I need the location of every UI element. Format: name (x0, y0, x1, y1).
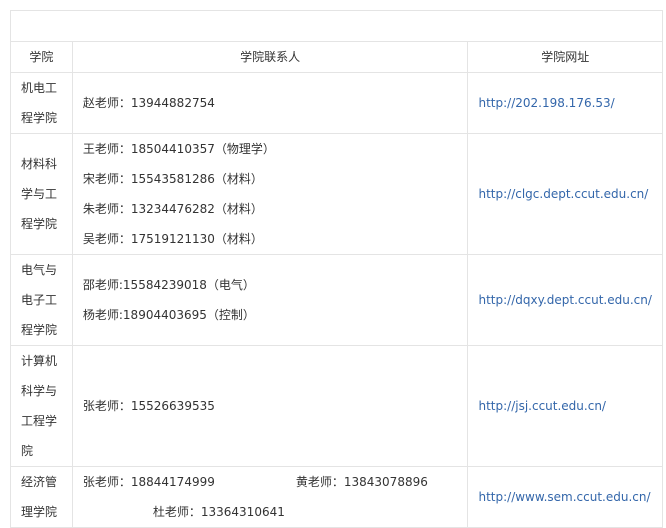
table-title-cell (10, 10, 663, 42)
contact-cell: 邵老师:15584239018（电气） 杨老师:18904403695（控制） (71, 254, 469, 346)
url-cell: http://202.198.176.53/ (467, 72, 663, 134)
contact-line: 黄老师：13843078896 (295, 475, 428, 489)
url-cell: http://clgc.dept.ccut.edu.cn/ (467, 133, 663, 255)
url-cell: http://dqxy.dept.ccut.edu.cn/ (467, 254, 663, 346)
contact-cell: 张老师：18844174999 黄老师：13843078896 杜老师：1336… (71, 466, 469, 528)
contact-cell: 赵老师：13944882754 (71, 72, 469, 134)
header-contact: 学院联系人 (71, 41, 469, 73)
contact-line: 赵老师：13944882754 (82, 96, 215, 110)
content-area: 学院 学院联系人 学院网址 机电工程学院 赵老师：13944882754 htt… (10, 10, 666, 528)
contact-line: 朱老师：13234476282（材料） (82, 202, 263, 216)
url-cell: http://jsj.ccut.edu.cn/ (467, 345, 663, 467)
contact-line: 吴老师：17519121130（材料） (82, 232, 263, 246)
college-name: 经济管理学院 (10, 466, 73, 528)
contact-pair: 张老师：18844174999 黄老师：13843078896 (83, 467, 458, 497)
college-contact-table: 学院 学院联系人 学院网址 机电工程学院 赵老师：13944882754 htt… (10, 10, 663, 528)
contact-line: 杜老师：13364310641 (152, 505, 285, 519)
college-name: 材料科学与工程学院 (10, 133, 73, 255)
url-cell: http://www.sem.ccut.edu.cn/ (467, 466, 663, 528)
table-row: 材料科学与工程学院 王老师：18504410357（物理学） 宋老师：15543… (10, 133, 663, 255)
table-row: 机电工程学院 赵老师：13944882754 http://202.198.17… (10, 72, 663, 134)
college-url-link[interactable]: http://jsj.ccut.edu.cn/ (478, 399, 605, 413)
college-url-link[interactable]: http://dqxy.dept.ccut.edu.cn/ (478, 293, 651, 307)
header-college: 学院 (10, 41, 73, 73)
college-url-link[interactable]: http://www.sem.ccut.edu.cn/ (478, 490, 650, 504)
college-url-link[interactable]: http://clgc.dept.ccut.edu.cn/ (478, 187, 648, 201)
table-row: 经济管理学院 张老师：18844174999 黄老师：13843078896 杜… (10, 466, 663, 528)
table-title-row (10, 10, 663, 42)
table-row: 计算机科学与工程学院 张老师：15526639535 http://jsj.cc… (10, 345, 663, 467)
contact-line: 邵老师:15584239018（电气） (82, 278, 255, 292)
college-name: 计算机科学与工程学院 (10, 345, 73, 467)
contact-line: 宋老师：15543581286（材料） (82, 172, 263, 186)
college-name: 电气与电子工程学院 (10, 254, 73, 346)
header-url: 学院网址 (467, 41, 663, 73)
contact-line: 张老师：15526639535 (82, 399, 215, 413)
college-name: 机电工程学院 (10, 72, 73, 134)
contact-line: 杨老师:18904403695（控制） (82, 308, 255, 322)
college-url-link[interactable]: http://202.198.176.53/ (478, 96, 614, 110)
table-row: 电气与电子工程学院 邵老师:15584239018（电气） 杨老师:189044… (10, 254, 663, 346)
table-header-row: 学院 学院联系人 学院网址 (10, 41, 663, 73)
contact-line: 张老师：18844174999 (82, 475, 215, 489)
contact-cell: 王老师：18504410357（物理学） 宋老师：15543581286（材料）… (71, 133, 469, 255)
contact-line: 王老师：18504410357（物理学） (82, 142, 275, 156)
contact-cell: 张老师：15526639535 (71, 345, 469, 467)
